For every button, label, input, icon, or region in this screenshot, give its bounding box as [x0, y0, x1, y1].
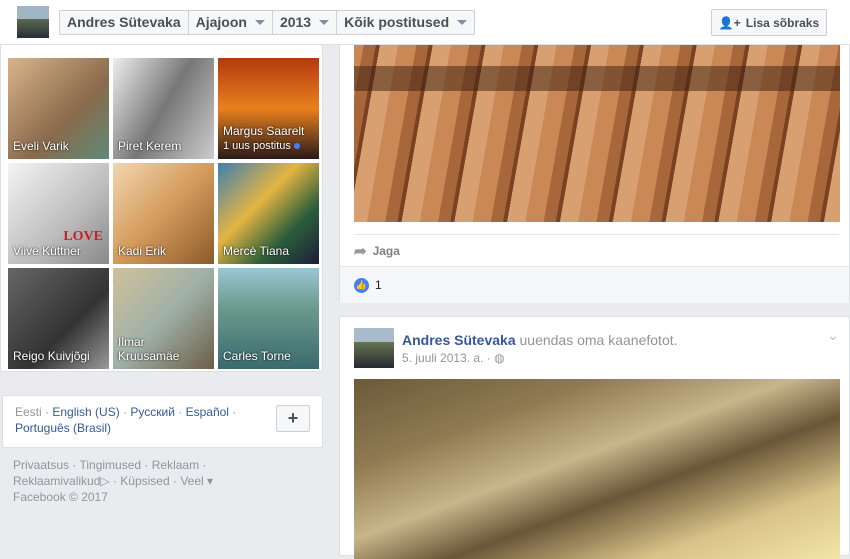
friend-tile[interactable]: Ilmar Kruusamäe	[113, 268, 214, 369]
friend-name: Eveli Varik	[13, 139, 69, 153]
add-friend-icon: 👤+	[718, 15, 741, 30]
language-card: Eesti · English (US) · Русский · Español…	[2, 395, 323, 448]
globe-icon: ◍	[494, 351, 505, 365]
friend-tile[interactable]: Margus Saarelt 1 uus postitus	[218, 58, 319, 159]
friend-name: Carles Torne	[223, 349, 291, 363]
friend-name: Reigo Kuivjõgi	[13, 349, 90, 363]
add-friend-button[interactable]: 👤+ Lisa sõbraks	[711, 9, 827, 36]
friend-tile[interactable]: Piret Kerem	[113, 58, 214, 159]
footer-link[interactable]: Küpsised	[120, 474, 169, 488]
author-avatar[interactable]	[354, 328, 394, 368]
divider	[354, 234, 839, 235]
crumb-timeline[interactable]: Ajajoon	[189, 11, 273, 34]
love-overlay: LOVE	[63, 229, 103, 244]
friend-tile[interactable]: Kadi Erik	[113, 163, 214, 264]
likes-bar[interactable]: 👍 1	[340, 266, 849, 303]
caret-down-icon	[254, 20, 265, 25]
footer-link[interactable]: Tingimused	[79, 458, 141, 472]
post-action: uuendas oma kaanefotot.	[519, 332, 678, 348]
friend-tile[interactable]: Eveli Varik	[8, 58, 109, 159]
footer-link[interactable]: Reklaam	[152, 458, 199, 472]
language-current: Eesti	[15, 405, 42, 419]
footer-more-link[interactable]: Veel	[180, 474, 203, 488]
post-card: ➦ Jaga 👍 1	[339, 0, 850, 303]
friend-tile[interactable]: Carles Torne	[218, 268, 319, 369]
footer: Privaatsus · Tingimused · Reklaam · Rekl…	[13, 458, 214, 504]
friend-name: Kadi Erik	[118, 244, 167, 258]
friend-tile[interactable]: Reigo Kuivjõgi	[8, 268, 109, 369]
crumb-label: Kõik postitused	[344, 14, 450, 30]
top-bar: Andres Sütevaka Ajajoon 2013 Kõik postit…	[0, 0, 850, 45]
adchoices-icon: ▷	[100, 474, 110, 488]
profile-avatar[interactable]	[17, 6, 49, 38]
language-link[interactable]: Português (Brasil)	[15, 421, 111, 435]
footer-link[interactable]: Privaatsus	[13, 458, 69, 472]
caret-down-icon	[319, 20, 330, 25]
friend-name: Mercè Tiana	[223, 244, 290, 258]
post-date[interactable]: 5. juuli 2013. a. ·	[402, 351, 491, 365]
friend-tile[interactable]: Mercè Tiana	[218, 163, 319, 264]
like-count: 1	[375, 278, 382, 292]
friend-name: Ilmar Kruusamäe	[118, 335, 180, 363]
language-link[interactable]: Español	[186, 405, 229, 419]
crumb-profile[interactable]: Andres Sütevaka	[60, 11, 189, 34]
friend-tile[interactable]: LOVE Viive Küttner	[8, 163, 109, 264]
friend-name-text: Margus Saarelt	[223, 124, 305, 138]
new-posts-label: 1 uus postitus	[223, 140, 291, 152]
share-label: Jaga	[372, 244, 400, 258]
footer-link[interactable]: Reklaamivalikud	[13, 474, 100, 488]
friend-name: Margus Saarelt 1 uus postitus	[223, 124, 304, 153]
friends-grid: Eveli Varik Piret Kerem Margus Saarelt 1 …	[0, 45, 323, 372]
like-icon: 👍	[354, 277, 369, 293]
crumb-label: Andres Sütevaka	[67, 14, 181, 30]
language-link[interactable]: English (US)	[52, 405, 119, 419]
post-title: Andres Sütevaka uuendas oma kaanefotot.	[402, 332, 678, 348]
chevron-down-icon[interactable]: ⌄	[827, 327, 839, 344]
author-link[interactable]: Andres Sütevaka	[402, 332, 516, 348]
add-friend-label: Lisa sõbraks	[745, 15, 820, 30]
crumb-label: Ajajoon	[195, 14, 247, 30]
crumb-filter[interactable]: Kõik postitused	[337, 11, 474, 34]
new-dot-icon	[293, 143, 300, 149]
language-link[interactable]: Русский	[130, 405, 175, 419]
post-card: Andres Sütevaka uuendas oma kaanefotot. …	[339, 316, 850, 559]
friend-name: Piret Kerem	[118, 139, 182, 153]
share-icon: ➦	[354, 243, 367, 260]
crumb-label: 2013	[279, 14, 312, 30]
post-meta: 5. juuli 2013. a. · ◍	[402, 351, 505, 365]
friend-name: Viive Küttner	[13, 244, 81, 258]
cover-photo[interactable]	[354, 379, 840, 559]
add-language-button[interactable]: +	[276, 405, 310, 432]
copyright: Facebook © 2017	[13, 490, 108, 504]
caret-down-icon	[457, 20, 468, 25]
breadcrumb: Andres Sütevaka Ajajoon 2013 Kõik postit…	[59, 10, 476, 35]
share-button[interactable]: ➦ Jaga	[354, 242, 400, 260]
crumb-year[interactable]: 2013	[273, 11, 338, 34]
